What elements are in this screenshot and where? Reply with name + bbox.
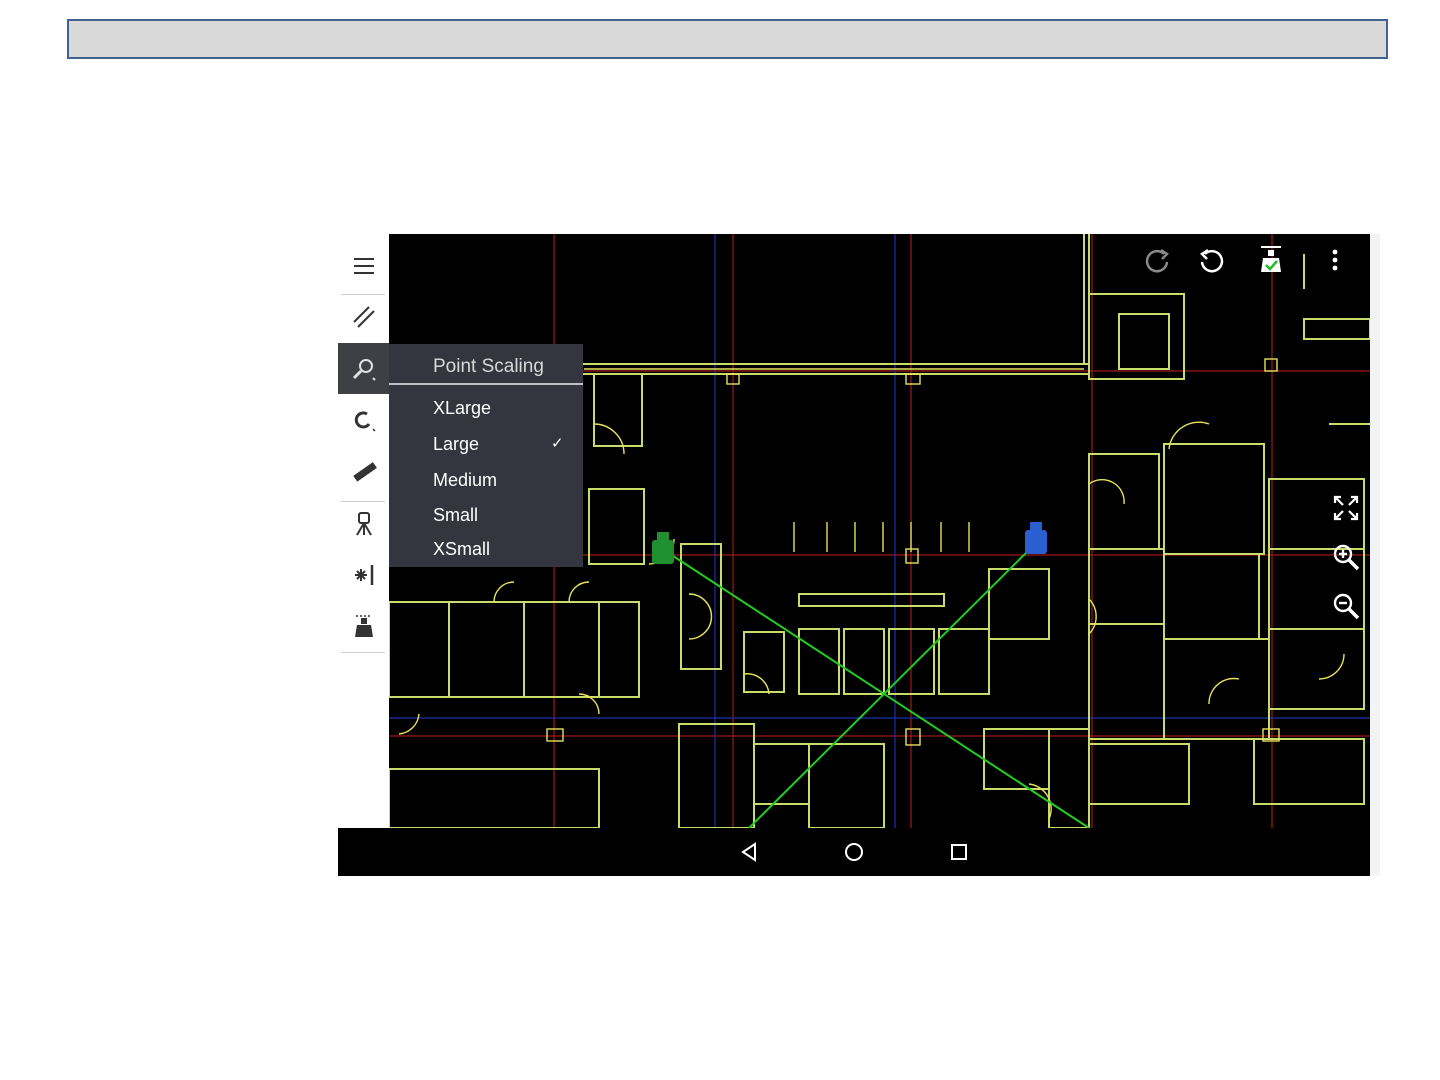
station-green[interactable] <box>652 532 674 564</box>
double-line-icon[interactable] <box>338 291 389 342</box>
option-large[interactable]: Large <box>433 434 479 455</box>
check-icon: ✓ <box>551 435 564 452</box>
zoom-in-icon[interactable] <box>1330 541 1362 573</box>
android-nav-bar <box>338 828 1370 876</box>
magnet-icon[interactable] <box>338 394 389 445</box>
option-xlarge[interactable]: XLarge <box>433 398 491 419</box>
point-scaling-menu: Point Scaling XLarge Large ✓ Medium Smal… <box>389 344 583 567</box>
station-check-icon[interactable] <box>1255 244 1287 276</box>
prism-icon[interactable] <box>338 600 389 651</box>
undo-icon[interactable] <box>1196 244 1228 276</box>
option-xsmall[interactable]: XSmall <box>433 539 490 560</box>
zoom-out-icon[interactable] <box>1330 590 1362 622</box>
more-vert-icon[interactable] <box>1319 244 1351 276</box>
hamburger-menu-icon[interactable] <box>338 240 389 291</box>
redo-icon[interactable] <box>1141 244 1173 276</box>
home-icon[interactable] <box>839 837 869 867</box>
tool-sidebar <box>338 234 389 828</box>
option-small[interactable]: Small <box>433 505 478 526</box>
tablet-screen: Point Scaling XLarge Large ✓ Medium Smal… <box>338 234 1370 876</box>
device-bezel <box>1370 234 1380 876</box>
menu-title: Point Scaling <box>433 356 544 377</box>
station-blue[interactable] <box>1025 522 1047 554</box>
ruler-icon[interactable] <box>338 446 389 497</box>
back-icon[interactable] <box>734 837 764 867</box>
menu-divider <box>389 383 583 385</box>
surveyor-tripod-icon[interactable] <box>338 498 389 549</box>
point-scaling-icon[interactable] <box>338 343 389 394</box>
laser-icon[interactable] <box>338 549 389 600</box>
title-bar <box>67 19 1388 59</box>
fit-extents-icon[interactable] <box>1330 492 1362 524</box>
option-medium[interactable]: Medium <box>433 470 497 491</box>
recents-icon[interactable] <box>944 837 974 867</box>
